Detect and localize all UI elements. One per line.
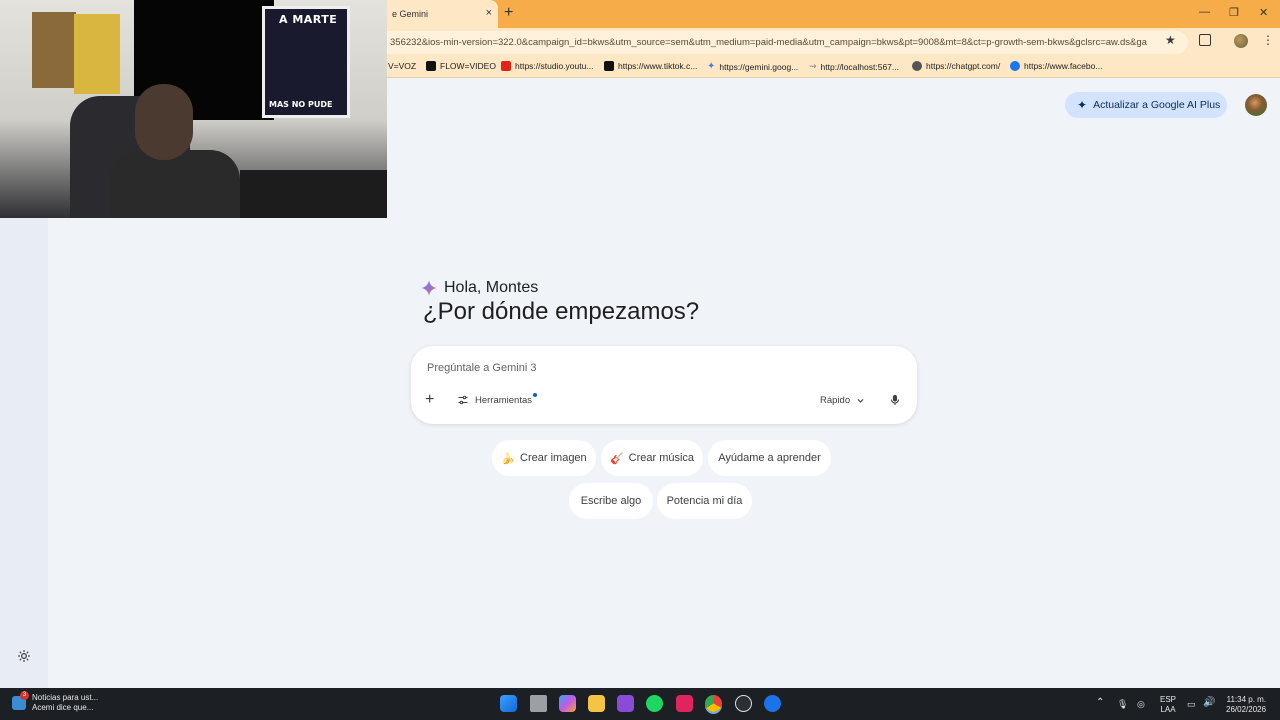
news-title: Noticias para ust... — [32, 693, 99, 702]
desk-shape — [240, 170, 387, 218]
upgrade-ai-plus-button[interactable]: ✦ Actualizar a Google AI Plus — [1065, 92, 1227, 118]
banana-icon: 🍌 — [501, 452, 516, 465]
webcam-overlay: A MARTE MAS NO PUDE — [0, 0, 387, 218]
person-shape — [110, 150, 240, 218]
chatgpt-icon — [912, 61, 922, 71]
bookmark-item[interactable]: https://www.tiktok.c... — [604, 61, 697, 71]
microphone-icon[interactable] — [889, 394, 901, 406]
page-title: ¿Por dónde empezamos? — [423, 298, 700, 325]
new-tab-button[interactable]: + — [504, 4, 513, 22]
add-attachment-button[interactable]: + — [425, 392, 434, 408]
tab-close-icon[interactable]: × — [486, 7, 492, 19]
bookmark-item[interactable]: FLOW=VIDEO — [426, 61, 496, 71]
chrome-icon[interactable] — [705, 695, 722, 712]
bookmark-item[interactable]: ✦ https://gemini.goog... — [707, 61, 798, 72]
power-app-icon[interactable] — [764, 695, 781, 712]
chevron-down-icon — [857, 398, 864, 403]
guitar-icon: 🎸 — [609, 452, 624, 465]
bookmark-favicon-icon — [426, 61, 436, 71]
settings-gear-icon[interactable] — [17, 649, 31, 663]
bookmark-item[interactable]: V=VOZ — [388, 61, 416, 71]
tools-label: Herramientas — [475, 392, 538, 406]
chevron-up-icon[interactable]: ⌃ — [1096, 698, 1104, 708]
youtube-icon — [501, 61, 511, 71]
display-icon[interactable]: ▭ — [1187, 699, 1196, 709]
windows-start-icon[interactable] — [500, 695, 517, 712]
greeting-text: Hola, Montes — [444, 279, 539, 296]
greeting: Hola, Montes — [421, 279, 538, 297]
spotify-icon[interactable] — [646, 695, 663, 712]
tiktok-icon[interactable] — [676, 695, 693, 712]
poster-image: A MARTE MAS NO PUDE — [262, 6, 350, 118]
globe-link-icon: ⇝ — [809, 61, 817, 71]
model-mode-dropdown[interactable]: Rápido — [820, 395, 865, 406]
tab-gemini[interactable]: e Gemini × — [380, 0, 498, 28]
bookmark-item[interactable]: ⇝ http://localhost:567... — [809, 61, 899, 72]
gemini-sparkle-icon: ✦ — [707, 61, 716, 72]
minimize-icon[interactable]: — — [1199, 6, 1210, 18]
chip-potencia-mi-dia[interactable]: Potencia mi día — [657, 483, 752, 519]
browser-menu-icon[interactable]: ⋮ — [1262, 33, 1274, 47]
microphone-tray-icon[interactable]: 🎙 — [1117, 699, 1128, 709]
tiktok-icon — [604, 61, 614, 71]
browser-alt-icon[interactable] — [735, 695, 752, 712]
address-bar[interactable]: 356232&ios-min-version=322.0&campaign_id… — [370, 31, 1188, 54]
mode-label: Rápido — [820, 395, 851, 406]
copilot-icon[interactable] — [559, 695, 576, 712]
person-head-shape — [135, 84, 193, 160]
chip-ayudame-a-aprender[interactable]: Ayúdame a aprender — [708, 440, 831, 476]
news-icon: 3 — [12, 691, 29, 710]
folder-icon[interactable] — [588, 695, 605, 712]
tools-sliders-icon — [458, 395, 468, 405]
sparkle-icon: ✦ — [1077, 98, 1088, 112]
news-badge: 3 — [20, 691, 29, 700]
news-subtitle: Acemi dice que... — [32, 703, 94, 712]
taskbar: 3 Noticias para ust... Acemi dice que...… — [0, 688, 1280, 720]
tools-button[interactable]: Herramientas — [457, 392, 538, 406]
prompt-box: + Herramientas Rápido — [411, 346, 917, 424]
poster-image — [74, 14, 120, 94]
chip-crear-imagen[interactable]: 🍌 Crear imagen — [492, 440, 596, 476]
gemini-sparkle-icon — [421, 280, 437, 296]
tab-title: e Gemini — [392, 9, 429, 19]
podcasts-icon[interactable] — [617, 695, 634, 712]
account-avatar[interactable] — [1245, 94, 1267, 116]
bookmark-item[interactable]: https://studio.youtu... — [501, 61, 593, 71]
extensions-icon[interactable] — [1199, 34, 1211, 46]
network-icon[interactable]: ◎ — [1137, 699, 1145, 709]
news-widget[interactable]: 3 Noticias para ust... Acemi dice que... — [12, 691, 99, 713]
language-indicator[interactable]: ESP LAA — [1160, 695, 1176, 715]
bookmark-star-icon[interactable]: ★ — [1165, 33, 1176, 47]
volume-icon[interactable]: 🔊 — [1203, 698, 1215, 708]
bookmark-item[interactable]: https://www.facebo... — [1010, 61, 1102, 71]
chip-escribe-algo[interactable]: Escribe algo — [569, 483, 653, 519]
clock[interactable]: 11:34 p. m. 26/02/2026 — [1226, 695, 1266, 715]
chip-crear-musica[interactable]: 🎸 Crear música — [601, 440, 703, 476]
task-view-icon[interactable] — [530, 695, 547, 712]
upgrade-label: Actualizar a Google AI Plus — [1093, 99, 1221, 111]
prompt-input[interactable] — [427, 360, 897, 376]
bookmark-item[interactable]: https://chatgpt.com/ — [912, 61, 1000, 71]
poster-image — [32, 12, 76, 88]
browser-profile-avatar[interactable] — [1234, 34, 1248, 48]
new-indicator-dot — [533, 392, 538, 397]
restore-icon[interactable]: ❐ — [1229, 6, 1239, 19]
facebook-icon — [1010, 61, 1020, 71]
close-window-icon[interactable]: ✕ — [1259, 6, 1268, 19]
